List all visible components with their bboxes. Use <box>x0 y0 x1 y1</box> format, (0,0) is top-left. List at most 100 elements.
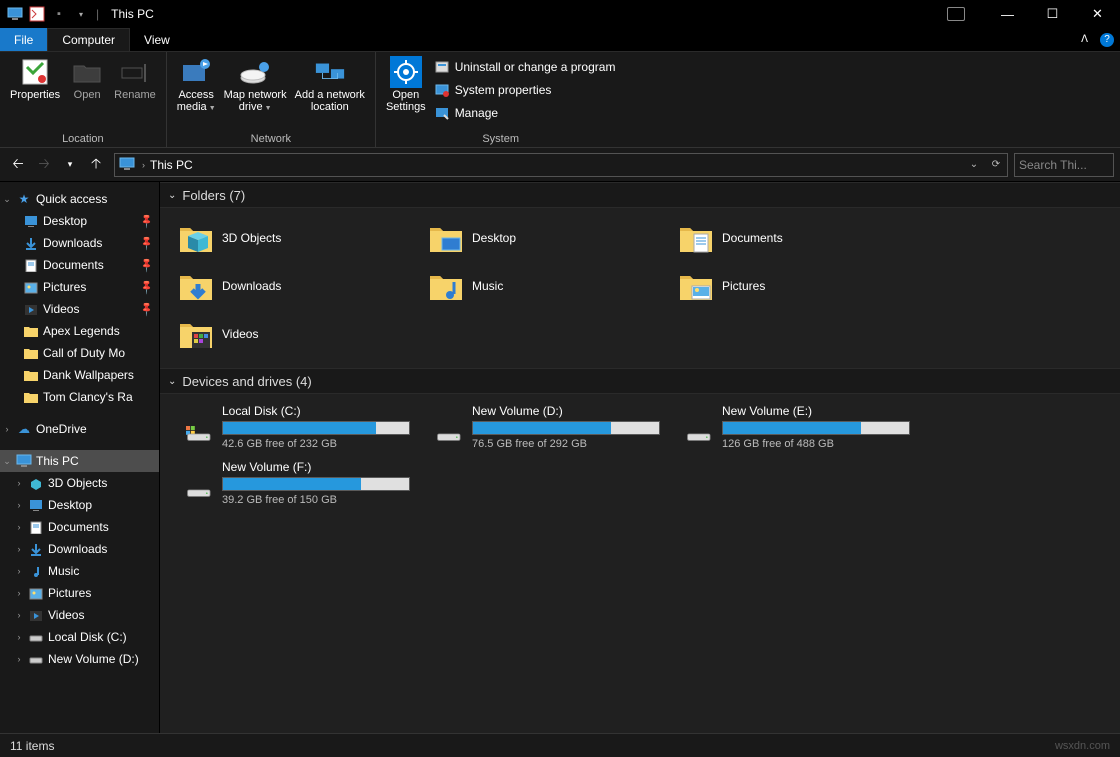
item-icon <box>27 585 45 601</box>
watermark: wsxdn.com <box>1055 740 1110 752</box>
open-button[interactable]: Open <box>64 54 110 103</box>
dropdown-icon: ▼ <box>209 105 216 112</box>
folder-icon <box>22 257 40 273</box>
chevron-right-icon[interactable]: › <box>14 632 24 642</box>
forward-button[interactable]: 🡢 <box>32 153 56 177</box>
title-separator: | <box>94 7 101 21</box>
drive-item[interactable]: New Volume (F:)39.2 GB free of 150 GB <box>174 456 424 512</box>
preview-pane-icon[interactable] <box>947 7 965 21</box>
chevron-down-icon[interactable]: ⌄ <box>168 190 176 201</box>
access-media-button[interactable]: Access media▼ <box>173 54 220 117</box>
nav-qa-item[interactable]: Documents📌 <box>0 254 159 276</box>
nav-qa-item[interactable]: Dank Wallpapers <box>0 364 159 386</box>
ribbon-group-system: Open Settings Uninstall or change a prog… <box>376 52 626 147</box>
drives-section-header[interactable]: ⌄ Devices and drives (4) <box>160 368 1120 394</box>
refresh-button[interactable]: ⟳ <box>985 154 1007 176</box>
chevron-right-icon[interactable]: › <box>2 424 12 434</box>
folder-label: Documents <box>722 231 783 245</box>
nav-pc-item[interactable]: ›Downloads <box>0 538 159 560</box>
drive-free-text: 126 GB free of 488 GB <box>722 438 920 450</box>
tab-file[interactable]: File <box>0 28 47 51</box>
chevron-down-icon[interactable]: ⌄ <box>168 376 176 387</box>
map-drive-button[interactable]: Map network drive▼ <box>220 54 291 117</box>
content-pane: ⌄ Folders (7) 3D ObjectsDesktop Documents… <box>160 182 1120 733</box>
back-button[interactable]: 🡠 <box>6 153 30 177</box>
nav-qa-item[interactable]: Apex Legends <box>0 320 159 342</box>
folder-item[interactable]: 3D Objects <box>174 214 424 262</box>
address-dropdown-button[interactable]: ⌄ <box>963 154 985 176</box>
nav-quick-access-label: Quick access <box>36 192 107 206</box>
tab-view[interactable]: View <box>130 28 184 51</box>
manage-button[interactable]: Manage <box>430 102 620 124</box>
chevron-right-icon[interactable]: › <box>14 654 24 664</box>
star-icon: ★ <box>15 191 33 207</box>
folders-section-header[interactable]: ⌄ Folders (7) <box>160 182 1120 208</box>
drive-item[interactable]: New Volume (D:)76.5 GB free of 292 GB <box>424 400 674 456</box>
chevron-right-icon[interactable]: › <box>14 610 24 620</box>
nav-pc-item[interactable]: ›3D Objects <box>0 472 159 494</box>
folder-item[interactable]: Pictures <box>674 262 924 310</box>
address-bar[interactable]: › This PC ⌄ ⟳ <box>114 153 1008 177</box>
collapse-ribbon-button[interactable]: ᐱ <box>1075 28 1094 51</box>
nav-pc-item[interactable]: ›Videos <box>0 604 159 626</box>
drive-item[interactable]: New Volume (E:) 126 GB free of 488 GB <box>674 400 924 456</box>
nav-pc-item[interactable]: ›Pictures <box>0 582 159 604</box>
nav-item-label: Apex Legends <box>43 324 120 338</box>
uninstall-button[interactable]: Uninstall or change a program <box>430 56 620 78</box>
add-location-button[interactable]: Add a network location <box>291 54 369 115</box>
nav-pc-item[interactable]: ›New Volume (D:) <box>0 648 159 670</box>
nav-qa-item[interactable]: Downloads📌 <box>0 232 159 254</box>
folder-item[interactable]: Desktop <box>424 214 674 262</box>
drive-icon <box>678 416 714 452</box>
up-button[interactable]: 🡡 <box>84 153 108 177</box>
chevron-down-icon[interactable]: ⌄ <box>2 456 12 467</box>
drives-section: Local Disk (C:)42.6 GB free of 232 GBNew… <box>160 394 1120 522</box>
nav-qa-item[interactable]: Videos📌 <box>0 298 159 320</box>
chevron-right-icon[interactable]: › <box>14 566 24 576</box>
qat-dropdown-icon[interactable]: ▾ <box>72 5 90 23</box>
drive-icon <box>178 416 214 452</box>
drive-label: New Volume (E:) <box>722 404 920 418</box>
chevron-right-icon[interactable]: › <box>14 500 24 510</box>
drives-header-label: Devices and drives (4) <box>182 374 311 389</box>
help-button[interactable]: ? <box>1094 28 1120 51</box>
nav-quick-access[interactable]: ⌄ ★ Quick access <box>0 188 159 210</box>
nav-onedrive[interactable]: › ☁ OneDrive <box>0 418 159 440</box>
folder-item[interactable]: Documents <box>674 214 924 262</box>
folder-icon <box>22 323 40 339</box>
folder-item[interactable]: Music <box>424 262 674 310</box>
ribbon-group-network: Access media▼ Map network drive▼ Add a n… <box>167 52 376 147</box>
nav-qa-item[interactable]: Desktop📌 <box>0 210 159 232</box>
properties-button[interactable]: Properties <box>6 54 64 103</box>
nav-pc-item[interactable]: ›Local Disk (C:) <box>0 626 159 648</box>
chevron-right-icon[interactable]: › <box>14 478 24 488</box>
minimize-button[interactable]: ― <box>985 0 1030 28</box>
maximize-button[interactable]: ☐ <box>1030 0 1075 28</box>
rename-button[interactable]: Rename <box>110 54 160 103</box>
nav-this-pc[interactable]: ⌄ This PC <box>0 450 159 472</box>
nav-qa-item[interactable]: Call of Duty Mo <box>0 342 159 364</box>
open-settings-button[interactable]: Open Settings <box>382 54 430 115</box>
nav-pc-item[interactable]: ›Desktop <box>0 494 159 516</box>
new-folder-qat-icon[interactable]: ▪ <box>50 5 68 23</box>
drive-item[interactable]: Local Disk (C:)42.6 GB free of 232 GB <box>174 400 424 456</box>
system-properties-button[interactable]: System properties <box>430 79 620 101</box>
chevron-down-icon[interactable]: ⌄ <box>2 194 12 205</box>
folder-item[interactable]: Downloads <box>174 262 424 310</box>
close-button[interactable]: ✕ <box>1075 0 1120 28</box>
nav-pc-item[interactable]: ›Music <box>0 560 159 582</box>
properties-qat-icon[interactable] <box>28 5 46 23</box>
folder-item[interactable]: Videos <box>174 310 424 358</box>
nav-pc-item[interactable]: ›Documents <box>0 516 159 538</box>
chevron-right-icon[interactable]: › <box>14 522 24 532</box>
nav-qa-item[interactable]: Pictures📌 <box>0 276 159 298</box>
system-properties-label: System properties <box>455 83 552 97</box>
nav-qa-item[interactable]: Tom Clancy's Ra <box>0 386 159 408</box>
chevron-right-icon[interactable]: › <box>14 588 24 598</box>
chevron-right-icon[interactable]: › <box>14 544 24 554</box>
breadcrumb-separator-icon[interactable]: › <box>139 160 148 170</box>
tab-computer[interactable]: Computer <box>47 28 130 51</box>
settings-icon <box>390 56 422 88</box>
recent-locations-button[interactable]: ▾ <box>58 153 82 177</box>
search-input[interactable]: Search Thi... <box>1014 153 1114 177</box>
